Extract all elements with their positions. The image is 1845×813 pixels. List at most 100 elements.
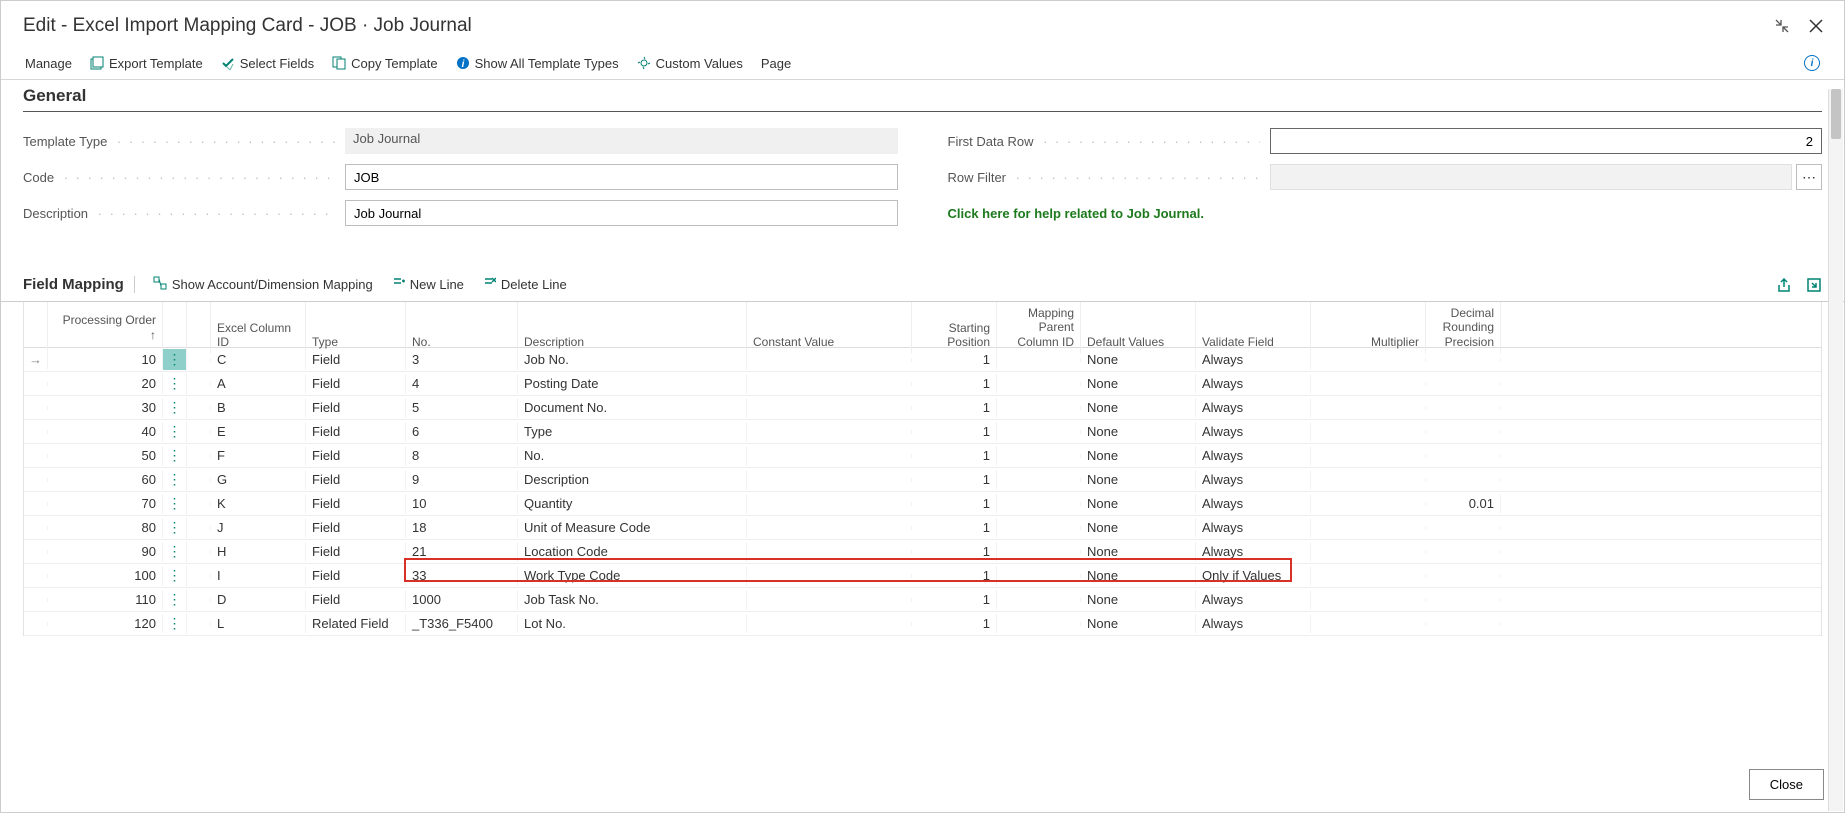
table-row[interactable]: 60⋮GField9Description1NoneAlways bbox=[24, 468, 1821, 492]
cell-decimal-rounding[interactable] bbox=[1426, 622, 1501, 626]
cell-decimal-rounding[interactable] bbox=[1426, 550, 1501, 554]
cell-constant-value[interactable] bbox=[747, 454, 912, 458]
help-icon[interactable]: i bbox=[1804, 55, 1820, 71]
cell-description[interactable]: Unit of Measure Code bbox=[518, 518, 747, 537]
manage-menu[interactable]: Manage bbox=[25, 56, 72, 71]
cell-description[interactable]: Job Task No. bbox=[518, 590, 747, 609]
row-menu-button[interactable]: ⋮ bbox=[163, 613, 187, 634]
cell-no[interactable]: 6 bbox=[406, 422, 518, 441]
table-row[interactable]: 110⋮DField1000Job Task No.1NoneAlways bbox=[24, 588, 1821, 612]
cell-no[interactable]: 10 bbox=[406, 494, 518, 513]
cell-constant-value[interactable] bbox=[747, 550, 912, 554]
cell-excel-column[interactable]: C bbox=[211, 350, 306, 369]
cell-default-values[interactable]: None bbox=[1081, 590, 1196, 609]
cell-validate-field[interactable]: Always bbox=[1196, 518, 1311, 537]
cell-mapping-parent[interactable] bbox=[997, 406, 1081, 410]
table-row[interactable]: 50⋮FField8No.1NoneAlways bbox=[24, 444, 1821, 468]
row-menu-button[interactable]: ⋮ bbox=[163, 565, 187, 586]
row-filter-input[interactable] bbox=[1270, 164, 1793, 190]
new-line-button[interactable]: New Line bbox=[391, 276, 464, 293]
cell-description[interactable]: Quantity bbox=[518, 494, 747, 513]
table-row[interactable]: 100⋮IField33Work Type Code1NoneOnly if V… bbox=[24, 564, 1821, 588]
page-menu[interactable]: Page bbox=[761, 56, 791, 71]
cell-constant-value[interactable] bbox=[747, 430, 912, 434]
cell-default-values[interactable]: None bbox=[1081, 374, 1196, 393]
cell-mapping-parent[interactable] bbox=[997, 550, 1081, 554]
cell-excel-column[interactable]: D bbox=[211, 590, 306, 609]
close-button[interactable]: Close bbox=[1749, 769, 1824, 800]
cell-description[interactable]: Posting Date bbox=[518, 374, 747, 393]
cell-mapping-parent[interactable] bbox=[997, 574, 1081, 578]
cell-processing-order[interactable]: 120 bbox=[48, 614, 163, 633]
cell-decimal-rounding[interactable] bbox=[1426, 454, 1501, 458]
cell-excel-column[interactable]: G bbox=[211, 470, 306, 489]
cell-processing-order[interactable]: 10 bbox=[48, 350, 163, 369]
cell-starting-position[interactable]: 1 bbox=[912, 398, 997, 417]
custom-values-button[interactable]: Custom Values bbox=[637, 56, 743, 71]
col-mapping-parent[interactable]: Mapping Parent Column ID bbox=[997, 302, 1081, 353]
cell-multiplier[interactable] bbox=[1311, 478, 1426, 482]
cell-decimal-rounding[interactable] bbox=[1426, 526, 1501, 530]
row-menu-button[interactable]: ⋮ bbox=[163, 445, 187, 466]
cell-multiplier[interactable] bbox=[1311, 454, 1426, 458]
table-row[interactable]: 30⋮BField5Document No.1NoneAlways bbox=[24, 396, 1821, 420]
cell-starting-position[interactable]: 1 bbox=[912, 590, 997, 609]
table-row[interactable]: 90⋮HField21Location Code1NoneAlways bbox=[24, 540, 1821, 564]
cell-validate-field[interactable]: Always bbox=[1196, 374, 1311, 393]
cell-processing-order[interactable]: 90 bbox=[48, 542, 163, 561]
cell-description[interactable]: Type bbox=[518, 422, 747, 441]
cell-excel-column[interactable]: K bbox=[211, 494, 306, 513]
table-row[interactable]: 70⋮KField10Quantity1NoneAlways0.01 bbox=[24, 492, 1821, 516]
cell-constant-value[interactable] bbox=[747, 598, 912, 602]
cell-constant-value[interactable] bbox=[747, 622, 912, 626]
cell-starting-position[interactable]: 1 bbox=[912, 422, 997, 441]
cell-default-values[interactable]: None bbox=[1081, 422, 1196, 441]
cell-mapping-parent[interactable] bbox=[997, 526, 1081, 530]
cell-validate-field[interactable]: Always bbox=[1196, 350, 1311, 369]
cell-processing-order[interactable]: 50 bbox=[48, 446, 163, 465]
cell-constant-value[interactable] bbox=[747, 382, 912, 386]
cell-processing-order[interactable]: 20 bbox=[48, 374, 163, 393]
cell-starting-position[interactable]: 1 bbox=[912, 470, 997, 489]
cell-default-values[interactable]: None bbox=[1081, 398, 1196, 417]
code-input[interactable] bbox=[345, 164, 898, 190]
cell-mapping-parent[interactable] bbox=[997, 358, 1081, 362]
cell-excel-column[interactable]: J bbox=[211, 518, 306, 537]
cell-decimal-rounding[interactable] bbox=[1426, 598, 1501, 602]
cell-default-values[interactable]: None bbox=[1081, 446, 1196, 465]
cell-constant-value[interactable] bbox=[747, 526, 912, 530]
cell-validate-field[interactable]: Always bbox=[1196, 614, 1311, 633]
show-mapping-button[interactable]: Show Account/Dimension Mapping bbox=[153, 276, 373, 293]
col-constant-value[interactable]: Constant Value bbox=[747, 302, 912, 353]
cell-default-values[interactable]: None bbox=[1081, 470, 1196, 489]
cell-starting-position[interactable]: 1 bbox=[912, 350, 997, 369]
export-template-button[interactable]: Export Template bbox=[90, 56, 203, 71]
cell-mapping-parent[interactable] bbox=[997, 454, 1081, 458]
row-menu-button[interactable]: ⋮ bbox=[163, 589, 187, 610]
cell-type[interactable]: Field bbox=[306, 590, 406, 609]
col-no[interactable]: No. bbox=[406, 302, 518, 353]
cell-validate-field[interactable]: Always bbox=[1196, 542, 1311, 561]
cell-multiplier[interactable] bbox=[1311, 382, 1426, 386]
cell-decimal-rounding[interactable] bbox=[1426, 382, 1501, 386]
col-multiplier[interactable]: Multiplier bbox=[1311, 302, 1426, 353]
copy-template-button[interactable]: Copy Template bbox=[332, 56, 437, 71]
cell-processing-order[interactable]: 60 bbox=[48, 470, 163, 489]
cell-default-values[interactable]: None bbox=[1081, 494, 1196, 513]
cell-description[interactable]: Lot No. bbox=[518, 614, 747, 633]
cell-no[interactable]: 18 bbox=[406, 518, 518, 537]
cell-type[interactable]: Field bbox=[306, 446, 406, 465]
cell-type[interactable]: Field bbox=[306, 350, 406, 369]
cell-no[interactable]: _T336_F5400 bbox=[406, 614, 518, 633]
cell-no[interactable]: 4 bbox=[406, 374, 518, 393]
share-icon[interactable] bbox=[1776, 277, 1792, 293]
cell-mapping-parent[interactable] bbox=[997, 598, 1081, 602]
cell-processing-order[interactable]: 30 bbox=[48, 398, 163, 417]
cell-default-values[interactable]: None bbox=[1081, 566, 1196, 585]
cell-mapping-parent[interactable] bbox=[997, 502, 1081, 506]
cell-validate-field[interactable]: Always bbox=[1196, 590, 1311, 609]
cell-starting-position[interactable]: 1 bbox=[912, 614, 997, 633]
cell-description[interactable]: Document No. bbox=[518, 398, 747, 417]
table-row[interactable]: 20⋮AField4Posting Date1NoneAlways bbox=[24, 372, 1821, 396]
row-filter-lookup-button[interactable]: ⋯ bbox=[1796, 164, 1822, 190]
